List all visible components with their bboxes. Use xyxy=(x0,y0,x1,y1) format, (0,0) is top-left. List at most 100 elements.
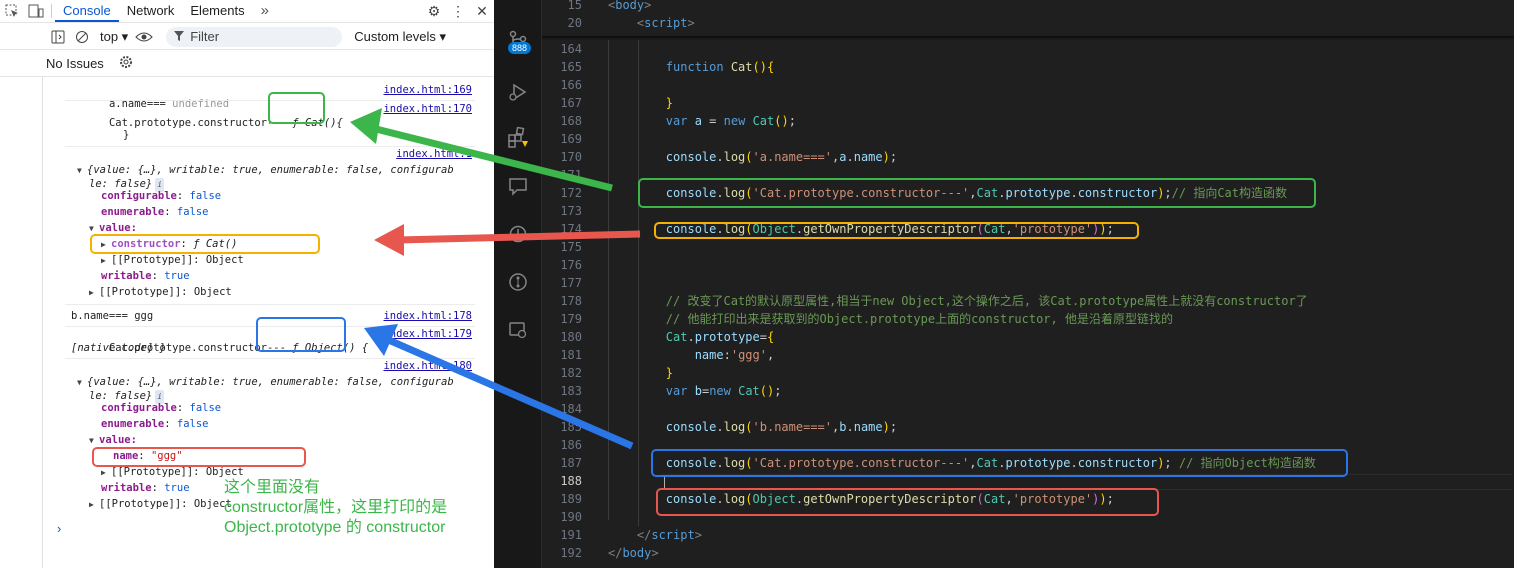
context-selector[interactable]: top ▾ xyxy=(94,29,132,45)
prop-value-expanded[interactable]: ▼ value: xyxy=(89,433,137,448)
code-line[interactable]: console.log('a.name===',a.name); xyxy=(608,148,897,166)
code-line[interactable]: </script> xyxy=(608,526,702,544)
expand-triangle-icon[interactable]: ▼ xyxy=(77,164,87,178)
prop-value: ƒ Cat() xyxy=(193,238,238,250)
prop-value: false xyxy=(189,402,222,414)
prop-writable: writable: true xyxy=(101,270,190,282)
code-line[interactable]: console.log(Object.getOwnPropertyDescrip… xyxy=(608,490,1114,508)
line-number: 174 xyxy=(560,222,582,236)
prop-key: value: xyxy=(99,434,137,446)
log-text: Cat.prototype.constructor--- xyxy=(108,117,286,129)
code-line[interactable]: console.log('Cat.prototype.constructor--… xyxy=(608,184,1287,202)
code-line[interactable]: } xyxy=(608,94,673,112)
code-line[interactable]: Cat.prototype={ xyxy=(608,328,774,346)
code-line[interactable]: console.log('b.name===',b.name); xyxy=(608,418,897,436)
console-settings-icon[interactable] xyxy=(118,54,134,73)
extensions-icon[interactable] xyxy=(506,126,530,150)
sticky-code-line[interactable]: <script> xyxy=(608,14,695,32)
line-number: 191 xyxy=(560,528,582,542)
prop-prototype[interactable]: ▶ [[Prototype]]: Object xyxy=(101,465,244,480)
code-line[interactable]: // 他能打印出来是获取到的Object.prototype上面的constru… xyxy=(608,310,1173,328)
prop-configurable: configurable: false xyxy=(101,402,222,414)
prop-enumerable: enumerable: false xyxy=(101,418,209,430)
line-number: 178 xyxy=(560,294,582,308)
expand-triangle-icon[interactable]: ▼ xyxy=(89,222,99,236)
prop-value: false xyxy=(189,190,222,202)
remote-explorer-icon[interactable] xyxy=(506,318,530,342)
prop-constructor[interactable]: ▶ constructor: ƒ Cat() xyxy=(101,237,237,252)
timeline-icon[interactable] xyxy=(506,222,530,246)
prop-key: configurable xyxy=(101,402,177,414)
expand-triangle-icon[interactable]: ▶ xyxy=(89,498,99,512)
source-link[interactable]: index.html:170 xyxy=(383,102,472,116)
clear-console-icon[interactable] xyxy=(70,26,94,48)
issues-label[interactable]: No Issues xyxy=(46,56,104,71)
object-preview[interactable]: ▼ {value: {…}, writable: true, enumerable… xyxy=(77,163,454,178)
source-link[interactable]: index.html:1 xyxy=(396,147,472,161)
expand-triangle-icon[interactable]: ▶ xyxy=(101,254,111,268)
prop-configurable: configurable: false xyxy=(101,190,222,202)
sticky-code-line[interactable]: <body> xyxy=(608,0,651,14)
console-log-b-name: b.name=== ggg xyxy=(71,310,154,322)
kebab-menu-icon[interactable]: ⋮ xyxy=(446,0,470,22)
log-value[interactable]: ƒ Object() { xyxy=(292,342,368,354)
gear-icon[interactable]: ⚙ xyxy=(422,0,446,22)
source-link[interactable]: index.html:179 xyxy=(383,327,472,341)
prop-key: name xyxy=(113,450,139,462)
tab-console[interactable]: Console xyxy=(55,0,119,22)
inspect-element-icon[interactable] xyxy=(0,0,24,22)
device-toolbar-icon[interactable] xyxy=(24,0,48,22)
console-log-cat-constructor: Cat.prototype.constructor--- ƒ Cat(){ xyxy=(71,102,343,144)
line-number: 175 xyxy=(560,240,582,254)
code-line[interactable]: var b=new Cat(); xyxy=(608,382,782,400)
code-line[interactable]: console.log('Cat.prototype.constructor--… xyxy=(608,454,1316,472)
prop-prototype-outer[interactable]: ▶ [[Prototype]]: Object xyxy=(89,285,232,300)
sidebar-toggle-icon[interactable] xyxy=(46,26,70,48)
close-icon[interactable]: ✕ xyxy=(470,0,494,22)
tab-elements[interactable]: Elements xyxy=(182,0,252,22)
code-line[interactable]: console.log(Object.getOwnPropertyDescrip… xyxy=(608,220,1114,238)
prop-prototype-outer[interactable]: ▶ [[Prototype]]: Object xyxy=(89,497,232,512)
expand-triangle-icon[interactable]: ▶ xyxy=(101,466,111,480)
code-line[interactable]: // 改变了Cat的默认原型属性,相当于new Object,这个操作之后, 该… xyxy=(608,292,1308,310)
indent-guide xyxy=(608,40,609,520)
git-graph-icon[interactable] xyxy=(506,270,530,294)
source-link[interactable]: index.html:169 xyxy=(383,83,472,97)
indent-guide xyxy=(638,40,639,526)
chat-icon[interactable] xyxy=(506,174,530,198)
console-prompt[interactable]: › xyxy=(57,521,61,536)
code-line[interactable]: function Cat(){ xyxy=(608,58,774,76)
run-debug-icon[interactable] xyxy=(506,80,530,104)
code-line[interactable]: } xyxy=(608,364,673,382)
prop-writable: writable: true xyxy=(101,482,190,494)
prop-name: name: "ggg" xyxy=(113,450,183,462)
expand-triangle-icon[interactable]: ▼ xyxy=(89,434,99,448)
eye-icon[interactable] xyxy=(132,26,156,48)
object-preview[interactable]: ▼ {value: {…}, writable: true, enumerable… xyxy=(77,375,454,390)
line-number: 183 xyxy=(560,384,582,398)
code-line[interactable]: var a = new Cat(); xyxy=(608,112,796,130)
prop-key: writable xyxy=(101,270,152,282)
source-link[interactable]: index.html:178 xyxy=(383,309,472,323)
more-tabs-icon[interactable]: » xyxy=(253,0,277,22)
prop-value: false xyxy=(176,418,209,430)
code-editor[interactable]: 15 <body> 20 <script> 164 165 166 167 168 169 17… xyxy=(542,0,1514,568)
source-link[interactable]: index.html:180 xyxy=(383,359,472,373)
expand-triangle-icon[interactable]: ▼ xyxy=(77,376,87,390)
filter-input[interactable]: Filter xyxy=(166,26,343,47)
line-number: 190 xyxy=(560,510,582,524)
prop-value-expanded[interactable]: ▼ value: xyxy=(89,221,137,236)
line-number: 188 xyxy=(560,474,582,488)
line-number: 20 xyxy=(567,16,582,30)
prop-prototype[interactable]: ▶ [[Prototype]]: Object xyxy=(101,253,244,268)
line-number: 170 xyxy=(560,150,582,164)
code-line[interactable]: </body> xyxy=(608,544,659,562)
line-number: 164 xyxy=(560,42,582,56)
line-number: 172 xyxy=(560,186,582,200)
tab-network[interactable]: Network xyxy=(119,0,183,22)
expand-triangle-icon[interactable]: ▶ xyxy=(101,238,111,252)
log-levels-dropdown[interactable]: Custom levels ▾ xyxy=(354,29,446,45)
code-line[interactable]: name:'ggg', xyxy=(608,346,775,364)
expand-triangle-icon[interactable]: ▶ xyxy=(89,286,99,300)
log-value[interactable]: ƒ Cat(){ xyxy=(292,117,343,129)
